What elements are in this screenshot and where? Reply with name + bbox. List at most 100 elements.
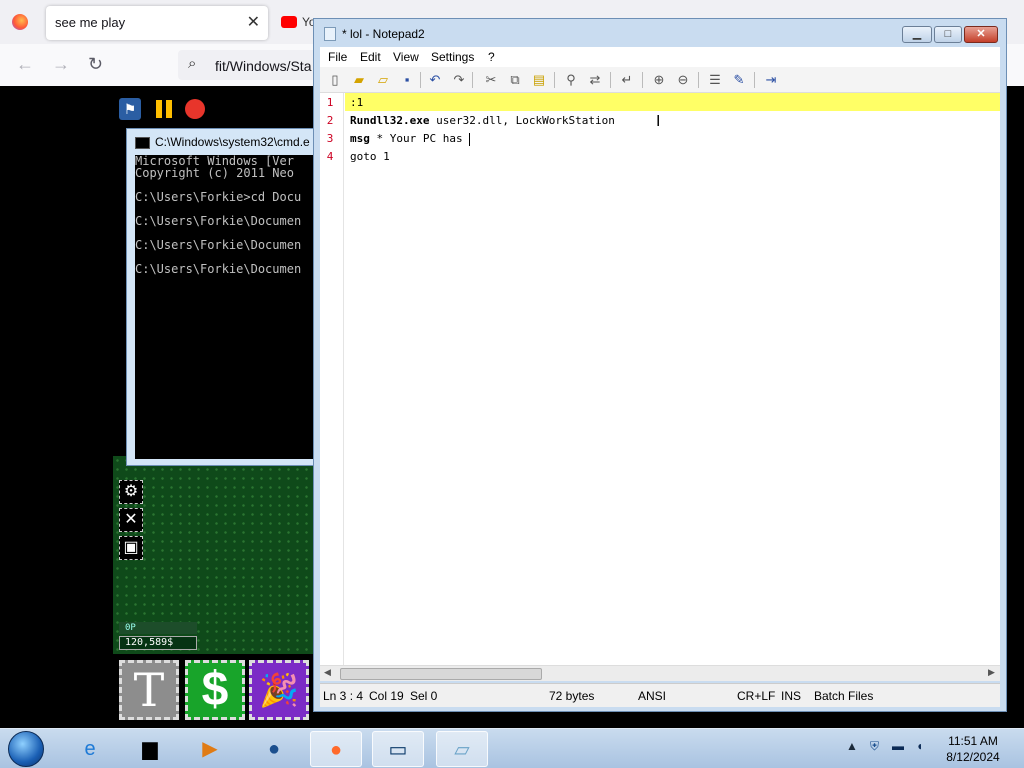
bag-icon[interactable]: ▣ [119,536,143,560]
youtube-icon [281,16,297,28]
line-number: 4 [326,150,334,163]
tools-icon[interactable]: ✕ [119,508,143,532]
cmd-taskbar-icon[interactable]: ▆ [124,731,176,767]
code-keyword: goto [350,150,377,163]
toolbar-separator [698,72,699,88]
word-wrap-icon[interactable]: ↵ [618,71,636,89]
code-line: :1 [350,94,363,112]
code-line: msg * Your PC has [350,130,471,148]
toolbar-separator [554,72,555,88]
menu-help[interactable]: ? [488,50,495,64]
toolbar-separator [754,72,755,88]
firefox-icon[interactable] [12,14,28,30]
new-file-icon[interactable]: ▯ [326,71,344,89]
close-button[interactable]: ✕ [964,26,998,43]
redo-icon[interactable]: ↷ [450,71,468,89]
show-hidden-icons-icon[interactable]: ▲ [846,739,858,753]
code-text: user32.dll, LockWorkStation [429,114,615,127]
menu-edit[interactable]: Edit [360,50,381,64]
forward-icon[interactable]: → [52,54,70,75]
scroll-left-icon[interactable]: ◀ [324,667,331,678]
code-keyword: msg [350,132,370,145]
window-title: * lol - Notepad2 [342,27,425,41]
minimize-button[interactable]: ▁ [902,26,932,43]
url-bar[interactable]: ⌕ fit/Windows/Sta [178,50,328,80]
scrollbar-thumb[interactable] [340,668,542,680]
horizontal-scrollbar[interactable]: ◀ ▶ [320,665,1000,681]
search-icon: ⌕ [188,55,197,72]
zoom-in-icon[interactable]: ⊕ [650,71,668,89]
start-button[interactable] [8,731,44,767]
tab-active[interactable]: see me play ✕ [46,6,268,40]
maximize-button[interactable]: □ [934,26,962,43]
power-party-button[interactable]: 🎉 [249,660,309,720]
stop-button[interactable] [185,99,205,119]
hud-xp: 0P [119,622,197,634]
notepad-toolbar: ▯ ▰ ▱ ▪ ↶ ↷ ✂ ⧉ ▤ ⚲ ⇄ ↵ ⊕ ⊖ ☰ ✎ ⇥ [320,67,1000,93]
status-size: 72 bytes [549,689,595,703]
pause-button[interactable] [153,98,175,120]
open-folder-icon[interactable]: ▰ [350,71,368,89]
shield-icon[interactable]: ⛨ [870,739,879,754]
toolbar-separator [610,72,611,88]
copy-icon[interactable]: ⧉ [506,71,524,89]
paste-icon[interactable]: ▤ [530,71,548,89]
code-text: * Your PC has [369,132,470,145]
cut-icon[interactable]: ✂ [482,71,500,89]
power-text-button[interactable]: T [119,660,179,720]
url-text: fit/Windows/Sta [215,58,312,74]
code-line: Rundll32.exe user32.dll, LockWorkStation [350,112,615,130]
toolbar-separator [420,72,421,88]
cmd-icon [135,137,150,149]
notepad-window[interactable]: * lol - Notepad2 ▁ □ ✕ File Edit View Se… [313,18,1007,712]
exit-icon[interactable]: ⇥ [762,71,780,89]
scroll-right-icon[interactable]: ▶ [988,667,995,678]
media-player-icon[interactable]: ▶ [184,731,236,767]
notepad-taskbar-icon[interactable]: ▱ [436,731,488,767]
notepad-titlebar[interactable]: * lol - Notepad2 ▁ □ ✕ [314,19,1006,45]
cmd-title: C:\Windows\system32\cmd.e [155,135,310,149]
clock-date: 8/12/2024 [946,750,1000,764]
find-icon[interactable]: ⚲ [562,71,580,89]
monitor-taskbar-icon[interactable]: ▭ [372,731,424,767]
browse-icon[interactable]: ▱ [374,71,392,89]
globe-icon[interactable]: ● [248,731,300,767]
text-caret [469,132,471,146]
status-selection: Sel 0 [410,689,438,703]
text-editor[interactable]: 1 :1 2 Rundll32.exe user32.dll, LockWork… [320,93,1000,665]
menu-view[interactable]: View [393,50,419,64]
monitor-icon[interactable]: ▬ [892,739,904,753]
status-encoding: ANSI [638,689,667,703]
gear-icon[interactable]: ⚙ [119,480,143,504]
green-flag-button[interactable]: ⚑ [119,98,141,120]
status-column: Col 19 [369,689,404,703]
volume-icon[interactable]: ◖ [916,739,923,753]
customize-icon[interactable]: ✎ [730,71,748,89]
current-line-highlight [345,93,1000,111]
code-text: 1 [376,150,390,163]
cmd-window[interactable]: C:\Windows\system32\cmd.e Microsoft Wind… [126,128,316,466]
menu-bar: File Edit View Settings ? [320,47,1000,67]
notepad-icon [324,27,336,41]
power-money-button[interactable]: $ [185,660,245,720]
clock[interactable]: 11:51 AM 8/12/2024 [946,733,1000,765]
toolbar-separator [472,72,473,88]
status-mode: INS [781,689,802,703]
line-number-gutter [320,93,344,665]
menu-file[interactable]: File [328,50,347,64]
close-icon[interactable]: ✕ [247,12,260,32]
zoom-out-icon[interactable]: ⊖ [674,71,692,89]
taskbar: e ▆ ▶ ● ● ▭ ▱ ▲ ⛨ ▬ ◖ 11:51 AM 8/12/2024 [0,728,1024,768]
ie-icon[interactable]: e [64,731,116,767]
scheme-icon[interactable]: ☰ [706,71,724,89]
hud-money: 120,589$ [119,636,197,650]
save-icon[interactable]: ▪ [398,71,416,89]
replace-icon[interactable]: ⇄ [586,71,604,89]
back-icon[interactable]: ← [16,54,34,75]
firefox-taskbar-icon[interactable]: ● [310,731,362,767]
undo-icon[interactable]: ↶ [426,71,444,89]
reload-icon[interactable]: ↻ [88,54,103,75]
cmd-console[interactable]: Microsoft Windows [Ver Copyright (c) 201… [135,155,315,459]
menu-settings[interactable]: Settings [431,50,474,64]
toolbar-separator [642,72,643,88]
